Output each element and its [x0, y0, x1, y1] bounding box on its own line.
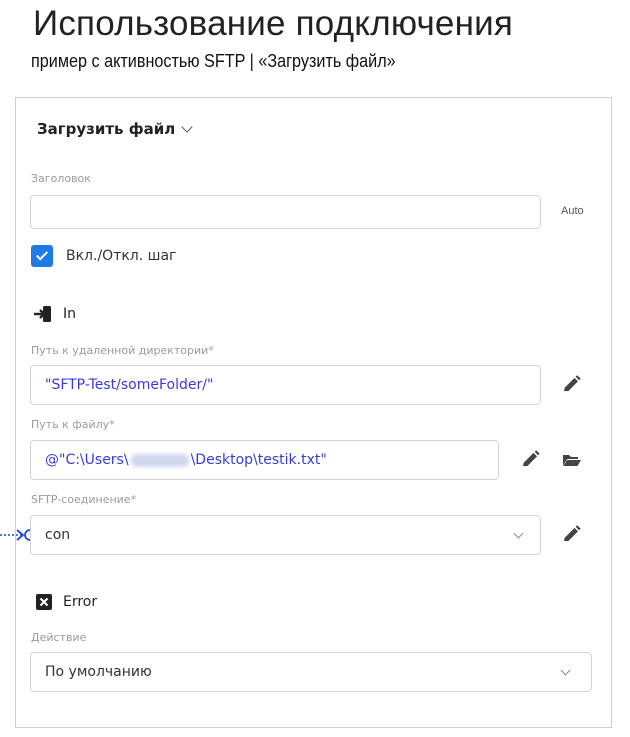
redacted-username [130, 453, 189, 467]
header-input[interactable] [30, 195, 541, 229]
header-label: Заголовок [31, 172, 91, 185]
error-section-title: Error [35, 593, 97, 611]
pencil-icon[interactable] [519, 449, 541, 471]
sftp-connection-select[interactable]: con [30, 515, 541, 555]
folder-open-icon[interactable] [562, 453, 582, 467]
file-path-label: Путь к файлу* [31, 418, 115, 431]
step-toggle-label: Вкл./Откл. шаг [66, 248, 177, 264]
input-arrow-icon [34, 306, 51, 322]
in-section-label: In [63, 306, 77, 322]
file-path-suffix: \Desktop\testik.txt" [190, 452, 327, 468]
activity-name-dropdown[interactable]: Загрузить файл [37, 120, 193, 138]
pencil-icon[interactable] [560, 374, 582, 396]
step-toggle-checkbox[interactable] [31, 245, 53, 267]
file-path-input[interactable]: @"C:\Users\ \Desktop\testik.txt" [30, 440, 499, 480]
remote-dir-input[interactable]: "SFTP-Test/someFolder/" [30, 365, 541, 405]
pencil-icon[interactable] [560, 524, 582, 546]
action-select[interactable]: По умолчанию [30, 652, 592, 692]
error-section-label: Error [63, 594, 98, 610]
activity-name: Загрузить файл [37, 120, 176, 138]
close-box-icon [36, 594, 52, 610]
sftp-connection-value: con [45, 527, 71, 543]
action-value: По умолчанию [45, 664, 152, 680]
remote-dir-label: Путь к удаленной директории* [31, 344, 214, 357]
file-path-prefix: @"C:\Users\ [45, 452, 129, 468]
sftp-connection-label: SFTP-соединение* [31, 493, 137, 506]
slide-title: Использование подключения [33, 4, 514, 43]
checkbox-checked-icon [35, 248, 49, 261]
activity-properties-panel [15, 97, 612, 728]
in-section-title: In [33, 305, 76, 323]
auto-button[interactable]: Auto [561, 205, 584, 217]
chevron-down-icon [181, 121, 193, 133]
slide-subtitle: пример с активностью SFTP | «Загрузить ф… [31, 51, 396, 71]
chevron-down-icon [513, 528, 524, 539]
action-label: Действие [31, 631, 87, 644]
chevron-down-icon [560, 665, 571, 676]
